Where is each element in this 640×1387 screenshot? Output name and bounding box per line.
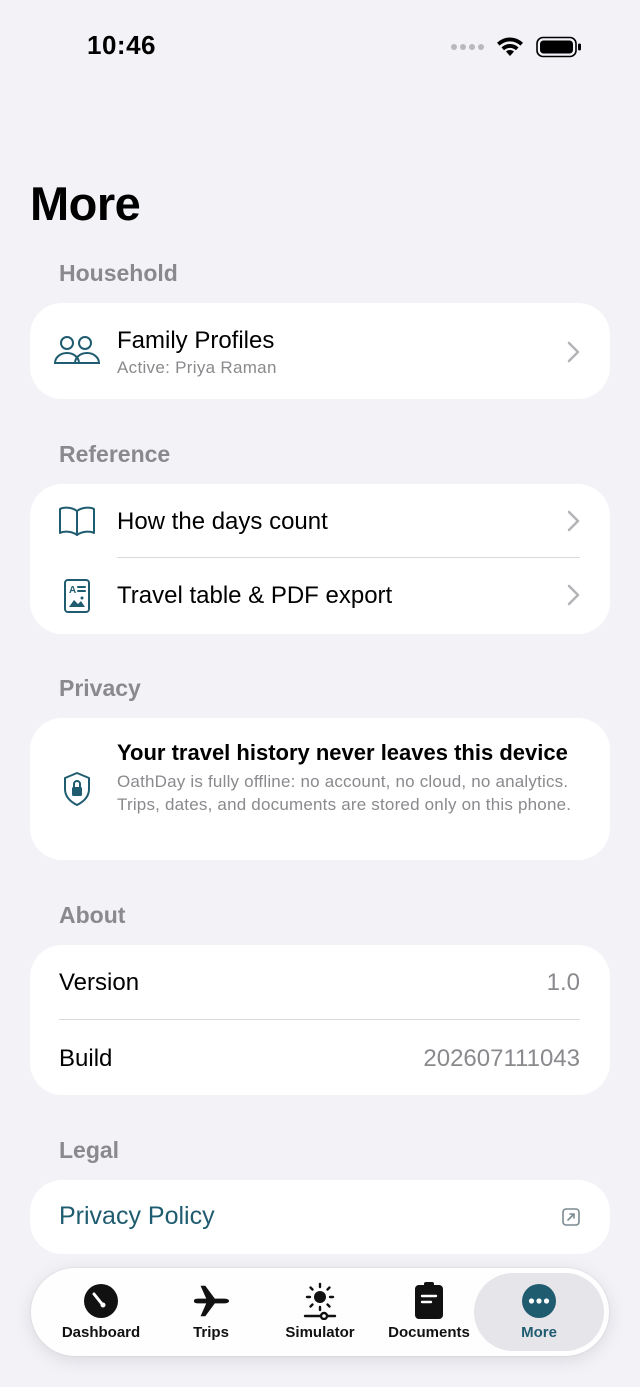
airplane-icon bbox=[192, 1282, 230, 1320]
build-value: 202607111043 bbox=[423, 1045, 580, 1072]
about-card: Version 1.0 Build 202607111043 bbox=[30, 945, 610, 1095]
svg-text:A: A bbox=[69, 585, 76, 596]
build-label: Build bbox=[59, 1045, 113, 1072]
privacy-body: OathDay is fully offline: no account, no… bbox=[117, 772, 572, 814]
gauge-icon bbox=[82, 1282, 120, 1320]
privacy-policy-row[interactable]: Privacy Policy bbox=[30, 1180, 610, 1254]
wifi-icon bbox=[497, 37, 523, 56]
how-days-count-title: How the days count bbox=[117, 508, 328, 535]
more-screen: 10:46 More Household Family Profiles Act… bbox=[0, 0, 640, 1387]
tab-more[interactable]: More bbox=[474, 1273, 604, 1351]
document-icon bbox=[410, 1282, 448, 1320]
family-profiles-row[interactable]: Family Profiles Active: Priya Raman bbox=[30, 303, 610, 399]
tab-documents[interactable]: Documents bbox=[374, 1268, 484, 1356]
status-icons bbox=[451, 36, 582, 58]
version-label: Version bbox=[59, 969, 140, 996]
section-label-reference: Reference bbox=[59, 441, 171, 467]
privacy-policy-link[interactable]: Privacy Policy bbox=[59, 1202, 215, 1231]
sun-slider-icon bbox=[301, 1282, 339, 1320]
tab-dashboard[interactable]: Dashboard bbox=[46, 1268, 156, 1356]
tab-label: Dashboard bbox=[61, 1324, 141, 1341]
version-value: 1.0 bbox=[546, 969, 580, 996]
privacy-title: Your travel history never leaves this de… bbox=[117, 740, 568, 765]
ellipsis-circle-icon bbox=[520, 1282, 558, 1320]
household-card: Family Profiles Active: Priya Raman bbox=[30, 303, 610, 399]
how-days-count-row[interactable]: How the days count bbox=[30, 484, 610, 558]
page-title: More bbox=[30, 177, 141, 230]
tab-bar: Dashboard Trips Simulator Documents More bbox=[31, 1268, 609, 1356]
status-time: 10:46 bbox=[87, 30, 156, 60]
section-label-legal: Legal bbox=[59, 1137, 120, 1163]
battery-icon bbox=[536, 36, 581, 58]
external-link-icon bbox=[562, 1208, 580, 1226]
divider bbox=[59, 1019, 580, 1020]
document-image-icon: A bbox=[54, 573, 100, 619]
tab-simulator[interactable]: Simulator bbox=[265, 1268, 375, 1356]
book-icon bbox=[54, 498, 100, 544]
section-label-household: Household bbox=[59, 260, 178, 286]
tab-label: Trips bbox=[193, 1324, 229, 1341]
reference-card: How the days count A Travel table & PDF … bbox=[30, 484, 610, 634]
chevron-right-icon bbox=[567, 510, 580, 532]
cellular-signal-icon bbox=[451, 44, 484, 50]
tab-label: Simulator bbox=[285, 1324, 355, 1341]
family-profiles-title: Family Profiles bbox=[117, 327, 275, 354]
privacy-card: Your travel history never leaves this de… bbox=[30, 718, 610, 860]
tab-label: More bbox=[521, 1324, 557, 1341]
tab-label: Documents bbox=[388, 1324, 470, 1341]
lock-shield-icon bbox=[54, 766, 100, 812]
chevron-right-icon bbox=[567, 341, 580, 363]
section-label-privacy: Privacy bbox=[59, 675, 141, 701]
legal-card: Privacy Policy bbox=[30, 1180, 610, 1254]
travel-table-export-row[interactable]: A Travel table & PDF export bbox=[30, 558, 610, 634]
tab-trips[interactable]: Trips bbox=[156, 1268, 266, 1356]
travel-table-export-title: Travel table & PDF export bbox=[117, 582, 393, 609]
family-profiles-subtitle: Active: Priya Raman bbox=[117, 358, 277, 377]
section-label-about: About bbox=[59, 902, 126, 928]
people-icon bbox=[54, 327, 100, 373]
chevron-right-icon bbox=[567, 584, 580, 606]
